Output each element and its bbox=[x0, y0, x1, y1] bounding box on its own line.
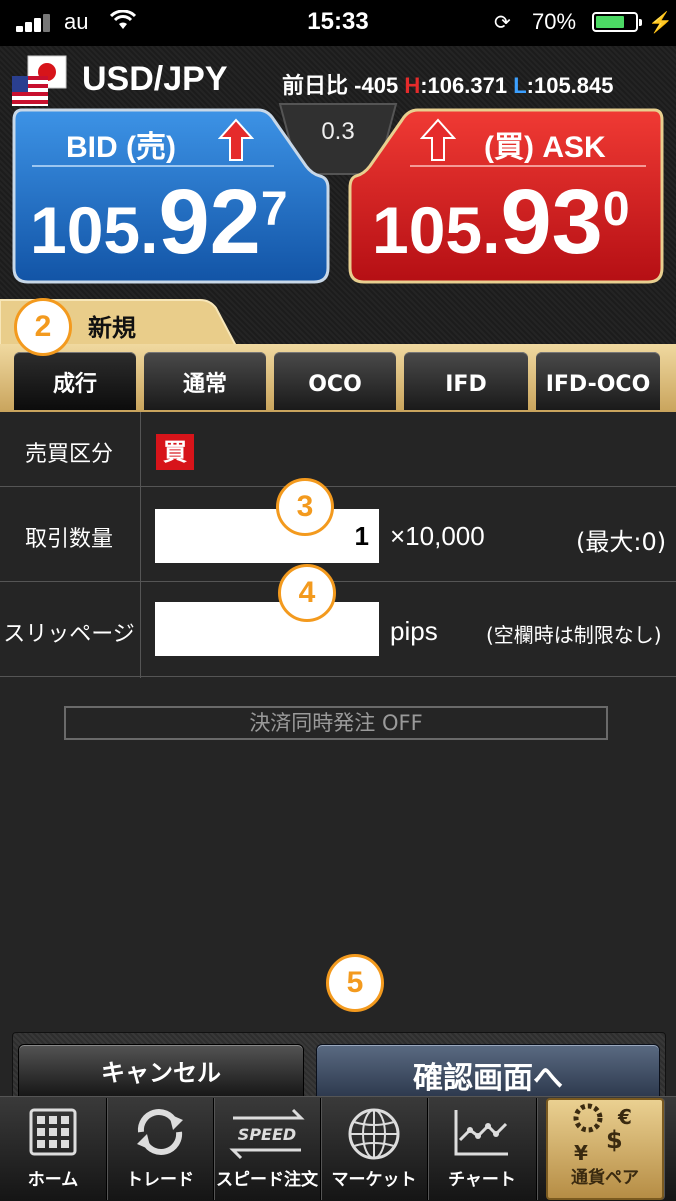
ask-label: (買) ASK bbox=[484, 131, 606, 164]
battery-icon bbox=[592, 12, 642, 32]
nav-market-label: マーケット bbox=[331, 1170, 417, 1190]
battery-percent: 70% bbox=[532, 9, 577, 34]
slippage-note: (空欄時は制限なし) bbox=[486, 623, 662, 647]
bid-rate: 105.927 bbox=[30, 170, 288, 275]
globe-icon bbox=[348, 1108, 400, 1160]
prev-day-change: -405 bbox=[354, 73, 399, 98]
tab-oco-order[interactable]: OCO bbox=[274, 352, 396, 410]
slippage-unit: pips bbox=[390, 616, 438, 646]
tab-ifd-order[interactable]: IFD bbox=[404, 352, 528, 410]
nav-home-label: ホーム bbox=[27, 1170, 79, 1190]
bid-button[interactable]: BID (売) 105.927 bbox=[12, 108, 330, 284]
quantity-row: 取引数量 1 ×10,000 (最大:0) bbox=[0, 487, 676, 582]
bid-rate-mid: 92 bbox=[158, 171, 261, 273]
ask-rate-small: 0 bbox=[602, 183, 630, 236]
charging-icon: ⚡ bbox=[648, 12, 673, 34]
nav-trade[interactable]: トレード bbox=[107, 1098, 214, 1200]
svg-text:¥: ¥ bbox=[574, 1141, 588, 1165]
bid-rate-small: 7 bbox=[260, 183, 288, 236]
cancel-button[interactable]: キャンセル bbox=[18, 1044, 304, 1102]
low-label: L bbox=[513, 73, 527, 98]
high-label: H bbox=[404, 73, 421, 98]
prev-day-label: 前日比 bbox=[282, 73, 349, 98]
tab-market-order[interactable]: 成行 bbox=[14, 352, 136, 410]
callout-badge-4: 4 bbox=[278, 564, 336, 622]
grid-icon bbox=[29, 1108, 77, 1156]
settle-toggle-button[interactable]: 決済同時発注 OFF bbox=[64, 706, 608, 740]
nav-speed-order-label: スピード注文 bbox=[216, 1170, 318, 1190]
tab-ifd-oco-order[interactable]: IFD-OCO bbox=[536, 352, 660, 410]
bid-label: BID (売) bbox=[66, 131, 176, 164]
rotation-lock-icon: ⟳ bbox=[494, 12, 511, 34]
quantity-label: 取引数量 bbox=[24, 527, 113, 552]
ask-rate-big: 105. bbox=[372, 193, 501, 267]
currency-flag-icon bbox=[12, 55, 67, 106]
arrow-up-icon bbox=[218, 118, 254, 161]
refresh-icon bbox=[137, 1109, 183, 1155]
callout-badge-2: 2 bbox=[14, 298, 72, 356]
status-bar: au 15:33 ⟳ 70% ⚡ bbox=[0, 0, 676, 46]
speed-icon-text: SPEED bbox=[238, 1125, 296, 1144]
slippage-label: スリッページ bbox=[3, 622, 135, 647]
high-value: :106.371 bbox=[420, 73, 508, 98]
tab-new-order-label: 新規 bbox=[88, 314, 136, 342]
trade-screen: USD/JPY 前日比 -405 H:106.371 L:105.845 0.3 bbox=[0, 46, 676, 1201]
bid-rate-big: 105. bbox=[30, 193, 159, 267]
rate-header: USD/JPY 前日比 -405 H:106.371 L:105.845 0.3 bbox=[0, 46, 676, 347]
currency-pair-title[interactable]: USD/JPY bbox=[82, 60, 228, 99]
callout-badge-5: 5 bbox=[326, 954, 384, 1012]
side-row: 売買区分 買 bbox=[0, 412, 676, 487]
speed-icon: SPEED bbox=[229, 1108, 305, 1160]
side-label: 売買区分 bbox=[24, 442, 113, 467]
nav-home[interactable]: ホーム bbox=[0, 1098, 107, 1200]
quantity-unit: ×10,000 bbox=[390, 521, 485, 551]
nav-chart[interactable]: チャート bbox=[428, 1098, 537, 1200]
nav-currency-pair-label: 通貨ペア bbox=[571, 1168, 639, 1188]
ask-rate-mid: 93 bbox=[500, 171, 603, 273]
currency-gear-icon: € $ ¥ bbox=[573, 1103, 632, 1165]
slippage-input[interactable] bbox=[155, 602, 379, 656]
svg-text:$: $ bbox=[606, 1126, 623, 1154]
quantity-input[interactable]: 1 bbox=[155, 509, 379, 563]
side-badge: 買 bbox=[156, 434, 194, 470]
nav-chart-label: チャート bbox=[448, 1170, 516, 1190]
nav-trade-label: トレード bbox=[126, 1170, 194, 1190]
ask-rate: 105.930 bbox=[372, 170, 630, 275]
nav-market[interactable]: マーケット bbox=[321, 1098, 428, 1200]
chart-icon bbox=[454, 1110, 508, 1156]
arrow-up-icon bbox=[420, 118, 456, 161]
daily-summary: 前日比 -405 H:106.371 L:105.845 bbox=[282, 68, 614, 100]
low-value: :105.845 bbox=[526, 73, 614, 98]
nav-speed-order[interactable]: SPEED スピード注文 bbox=[214, 1098, 321, 1200]
nav-currency-pair[interactable]: € $ ¥ 通貨ペア bbox=[546, 1098, 664, 1200]
ask-button[interactable]: (買) ASK 105.930 bbox=[348, 108, 664, 284]
slippage-row: スリッページ pips (空欄時は制限なし) bbox=[0, 582, 676, 677]
quantity-max: (最大:0) bbox=[576, 528, 667, 556]
tab-limit-order[interactable]: 通常 bbox=[144, 352, 266, 410]
callout-badge-3: 3 bbox=[276, 478, 334, 536]
